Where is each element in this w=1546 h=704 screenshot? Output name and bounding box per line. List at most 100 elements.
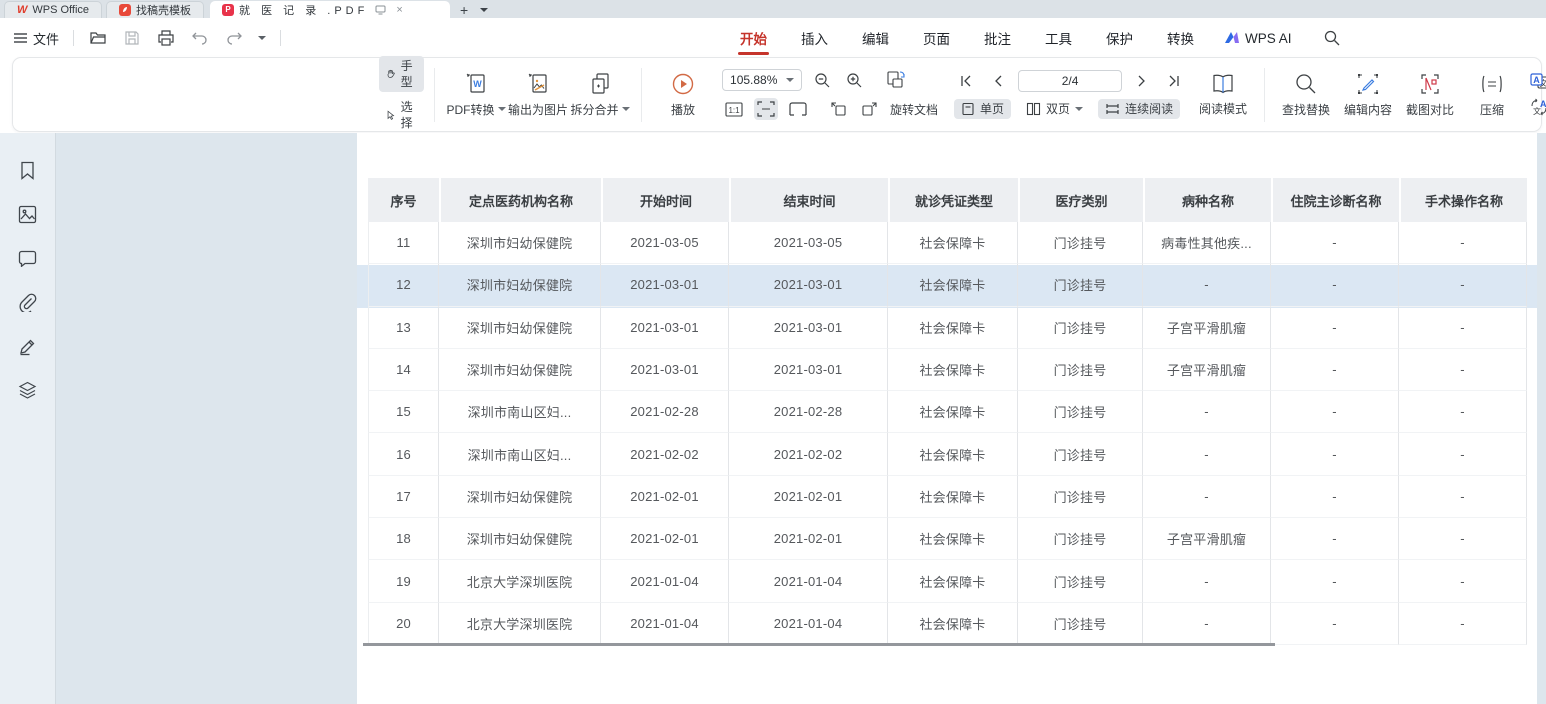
docer-logo-icon <box>119 4 131 16</box>
table-cell: - <box>1399 349 1527 391</box>
continuous-reading-button[interactable]: 连续阅读 <box>1098 99 1180 119</box>
rotate-right-icon[interactable] <box>858 98 882 120</box>
tab-wps-home[interactable]: W WPS Office <box>4 1 102 18</box>
edit-content-button[interactable]: 编辑内容 <box>1337 68 1399 122</box>
chevron-down-icon <box>786 78 794 82</box>
tab-document-label: 就 医 记 录 .PDF <box>239 2 368 18</box>
table-cell: 门诊挂号 <box>1018 349 1143 391</box>
menu-tab-转换[interactable]: 转换 <box>1163 18 1198 58</box>
split-merge-button[interactable]: 拆分合并 <box>569 68 631 122</box>
select-tool-button[interactable]: 选择 <box>379 97 424 133</box>
menu-tab-编辑[interactable]: 编辑 <box>858 18 893 58</box>
content-area: 序号定点医药机构名称开始时间结束时间就诊凭证类型医疗类别病种名称住院主诊断名称手… <box>0 133 1546 704</box>
double-page-label: 双页 <box>1046 101 1070 117</box>
redo-icon[interactable] <box>224 28 244 48</box>
zoom-in-icon[interactable] <box>842 69 866 91</box>
layers-panel-icon[interactable] <box>17 379 39 401</box>
compress-button[interactable]: 压缩 <box>1461 68 1523 122</box>
full-translate-button[interactable]: 文 A 全文翻译 <box>1529 73 1546 91</box>
play-button[interactable]: 播放 <box>652 68 714 122</box>
print-icon[interactable] <box>156 28 176 48</box>
table-cell: - <box>1271 518 1399 560</box>
rotate-pages-icon[interactable] <box>884 69 908 91</box>
word-translate-button[interactable]: 文 A 划词翻译 <box>1529 98 1546 116</box>
reading-mode-icon <box>1211 73 1235 95</box>
menu-tab-批注[interactable]: 批注 <box>980 18 1015 58</box>
table-cell: 门诊挂号 <box>1018 391 1143 433</box>
table-cell: 2021-01-04 <box>601 560 729 602</box>
zoom-out-icon[interactable] <box>810 69 834 91</box>
hamburger-icon <box>14 33 27 43</box>
new-tab-icon[interactable]: + <box>460 3 468 17</box>
close-tab-icon[interactable]: × <box>396 4 402 16</box>
pdf-page[interactable]: 序号定点医药机构名称开始时间结束时间就诊凭证类型医疗类别病种名称住院主诊断名称手… <box>357 133 1537 704</box>
hand-tool-button[interactable]: 手型 <box>379 56 424 92</box>
table-cell: 病毒性其他疾... <box>1143 222 1271 264</box>
open-file-icon[interactable] <box>88 28 108 48</box>
rotate-doc-label[interactable]: 旋转文档 <box>890 101 938 118</box>
double-page-icon <box>1026 102 1041 116</box>
tab-list-chevron-icon[interactable] <box>480 8 488 12</box>
svg-text:W: W <box>473 79 482 89</box>
menu-search-icon[interactable] <box>1324 30 1340 46</box>
document-canvas[interactable]: 序号定点医药机构名称开始时间结束时间就诊凭证类型医疗类别病种名称住院主诊断名称手… <box>56 133 1546 704</box>
bookmarks-panel-icon[interactable] <box>17 159 39 181</box>
svg-text:1:1: 1:1 <box>728 106 740 115</box>
toolbar-separator <box>434 68 435 122</box>
table-cell: 14 <box>368 349 439 391</box>
table-cell: 2021-03-01 <box>729 307 888 349</box>
wps-ai-button[interactable]: WPS AI <box>1224 31 1292 46</box>
pdf-convert-button[interactable]: W PDF转换 <box>445 68 507 122</box>
table-cell: - <box>1271 222 1399 264</box>
column-header: 病种名称 <box>1143 178 1271 222</box>
tab-docer[interactable]: 找稿壳模板 <box>106 1 204 18</box>
menu-tab-插入[interactable]: 插入 <box>797 18 832 58</box>
single-page-label: 单页 <box>980 101 1004 117</box>
table-row: 15深圳市南山区妇...2021-02-282021-02-28社会保障卡门诊挂… <box>368 391 1527 433</box>
table-cell: 门诊挂号 <box>1018 222 1143 264</box>
divider <box>280 30 281 46</box>
single-page-button[interactable]: 单页 <box>954 99 1011 119</box>
export-image-button[interactable]: 输出为图片 <box>507 68 569 122</box>
quick-access-chevron-icon[interactable] <box>258 36 266 40</box>
tab-document[interactable]: P 就 医 记 录 .PDF × <box>210 1 450 18</box>
menu-tab-开始[interactable]: 开始 <box>736 18 771 58</box>
undo-icon[interactable] <box>190 28 210 48</box>
actual-size-button[interactable]: 1:1 <box>722 98 746 120</box>
rotate-left-icon[interactable] <box>826 98 850 120</box>
table-row: 16深圳市南山区妇...2021-02-022021-02-02社会保障卡门诊挂… <box>368 433 1527 475</box>
thumbnails-panel-icon[interactable] <box>17 203 39 225</box>
table-cell: 深圳市妇幼保健院 <box>439 222 601 264</box>
attachments-panel-icon[interactable] <box>17 291 39 313</box>
table-cell: 社会保障卡 <box>888 476 1018 518</box>
comments-panel-icon[interactable] <box>17 247 39 269</box>
first-page-icon[interactable] <box>954 70 978 92</box>
save-icon[interactable] <box>122 28 142 48</box>
previous-page-icon[interactable] <box>986 70 1010 92</box>
next-page-icon[interactable] <box>1130 70 1154 92</box>
last-page-icon[interactable] <box>1162 70 1186 92</box>
reading-mode-button[interactable]: 阅读模式 <box>1192 69 1254 121</box>
table-cell: - <box>1399 433 1527 475</box>
edit-content-label: 编辑内容 <box>1344 101 1392 118</box>
pin-to-desktop-icon[interactable] <box>375 5 386 15</box>
double-page-button[interactable]: 双页 <box>1019 99 1090 119</box>
table-cell: - <box>1143 264 1271 306</box>
find-replace-button[interactable]: 查找替换 <box>1275 68 1337 122</box>
menu-tab-工具[interactable]: 工具 <box>1041 18 1076 58</box>
table-cell: 12 <box>368 264 439 306</box>
table-cell: 门诊挂号 <box>1018 476 1143 518</box>
menu-tab-页面[interactable]: 页面 <box>919 18 954 58</box>
file-menu-button[interactable]: 文件 <box>14 29 59 48</box>
zoom-level-select[interactable]: 105.88% <box>722 69 802 91</box>
signature-panel-icon[interactable] <box>17 335 39 357</box>
table-cell: 2021-02-28 <box>729 391 888 433</box>
screenshot-compare-button[interactable]: 截图对比 <box>1399 68 1461 122</box>
fit-width-button[interactable] <box>754 98 778 120</box>
screenshot-compare-label: 截图对比 <box>1406 101 1454 118</box>
menu-tab-保护[interactable]: 保护 <box>1102 18 1137 58</box>
table-cell: 2021-01-04 <box>729 603 888 645</box>
fit-page-button[interactable] <box>786 98 810 120</box>
page-indicator-input[interactable]: 2/4 <box>1018 70 1122 92</box>
table-cell: 社会保障卡 <box>888 349 1018 391</box>
